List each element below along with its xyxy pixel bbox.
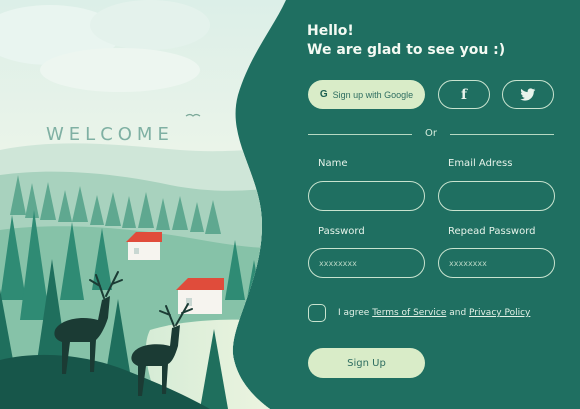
- welcome-heading: WELCOME: [46, 124, 174, 145]
- scene-group: [0, 0, 286, 409]
- agree-checkbox[interactable]: [308, 304, 326, 322]
- signup-screen: WELCOME Hello! We are glad to see you :)…: [0, 0, 580, 409]
- divider-right: [450, 134, 554, 135]
- password-input[interactable]: [308, 248, 425, 278]
- twitter-button[interactable]: [502, 80, 554, 109]
- divider-left: [308, 134, 412, 135]
- email-input[interactable]: [438, 181, 555, 211]
- google-icon: G: [319, 89, 328, 100]
- or-separator: Or: [425, 128, 437, 139]
- google-signup-label: Sign up with Google: [332, 89, 414, 100]
- agree-and: and: [446, 308, 470, 318]
- greeting-line-1: Hello!: [307, 23, 354, 39]
- privacy-policy-link[interactable]: Privacy Policy: [469, 308, 530, 318]
- greeting-line-2: We are glad to see you :): [307, 42, 506, 58]
- twitter-icon: [520, 87, 536, 101]
- signup-form-panel: Hello! We are glad to see you :) G Sign …: [280, 0, 580, 409]
- greeting: Hello! We are glad to see you :): [307, 22, 505, 60]
- name-input[interactable]: [308, 181, 425, 211]
- email-label: Email Adress: [448, 158, 513, 169]
- repeat-password-input[interactable]: [438, 248, 555, 278]
- agree-text: I agree Terms of Service and Privacy Pol…: [338, 308, 530, 318]
- name-label: Name: [318, 158, 348, 169]
- agree-prefix: I agree: [338, 308, 373, 318]
- facebook-button[interactable]: f: [438, 80, 490, 109]
- house-2: [176, 278, 224, 314]
- terms-of-service-link[interactable]: Terms of Service: [372, 308, 446, 318]
- signup-button[interactable]: Sign Up: [308, 348, 425, 378]
- facebook-icon: f: [460, 86, 468, 103]
- google-signup-button[interactable]: G Sign up with Google: [308, 80, 425, 109]
- repeat-password-label: Repead Password: [448, 226, 536, 237]
- password-label: Password: [318, 226, 365, 237]
